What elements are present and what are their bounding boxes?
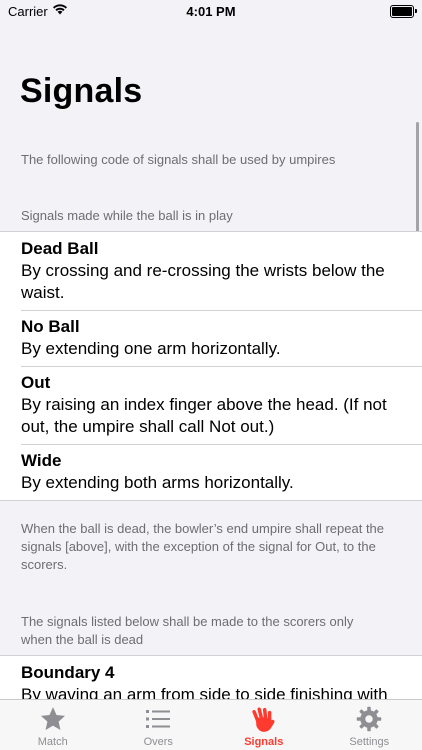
battery-icon [390, 5, 414, 18]
signals-in-play-list: Dead Ball By crossing and re-crossing th… [0, 231, 422, 501]
battery-tip [415, 9, 417, 13]
signal-description: By crossing and re-crossing the wrists b… [21, 261, 385, 302]
list-icon [146, 710, 171, 728]
intro-note: The following code of signals shall be u… [21, 152, 336, 167]
tab-overs[interactable]: Overs [106, 700, 212, 750]
tab-settings[interactable]: Settings [317, 700, 422, 750]
tab-label: Overs [143, 736, 173, 748]
star-icon [40, 707, 65, 730]
signal-description: By raising an index finger above the hea… [21, 395, 387, 436]
tab-label: Signals [244, 736, 284, 748]
tab-match[interactable]: Match [0, 700, 106, 750]
signal-title: No Ball [21, 317, 80, 336]
signal-description: By extending one arm horizontally. [21, 339, 281, 358]
status-bar: Carrier 4:01 PM [0, 0, 422, 24]
section-header-dead-ball: The signals listed below shall be made t… [21, 614, 354, 647]
hand-icon [252, 707, 275, 732]
signal-description: By extending both arms horizontally. [21, 473, 294, 492]
section-footer-in-play: When the ball is dead, the bowler’s end … [21, 521, 385, 572]
signal-title: Dead Ball [21, 239, 99, 258]
signal-title: Boundary 4 [21, 663, 115, 682]
gear-icon [357, 706, 382, 732]
clock: 4:01 PM [186, 4, 236, 19]
signal-title: Wide [21, 451, 62, 470]
signal-title: Out [21, 373, 51, 392]
section-header-in-play: Signals made while the ball is in play [21, 208, 233, 223]
list-item[interactable]: Out By raising an index finger above the… [0, 366, 422, 444]
tab-label: Settings [349, 736, 390, 748]
tab-label: Match [37, 736, 68, 748]
tab-bar: Match Overs Signals Settings [0, 699, 422, 750]
list-item[interactable]: No Ball By extending one arm horizontall… [0, 310, 422, 366]
tab-signals[interactable]: Signals [211, 700, 317, 750]
signals-dead-ball-list: Boundary 4 By waving an arm from side to… [0, 655, 422, 700]
signal-description: By waving an arm from side to side finis… [21, 685, 388, 700]
list-item[interactable]: Boundary 4 By waving an arm from side to… [0, 656, 422, 700]
list-item[interactable]: Dead Ball By crossing and re-crossing th… [0, 232, 422, 310]
list-item[interactable]: Wide By extending both arms horizontally… [0, 444, 422, 500]
page-title: Signals [20, 72, 143, 110]
